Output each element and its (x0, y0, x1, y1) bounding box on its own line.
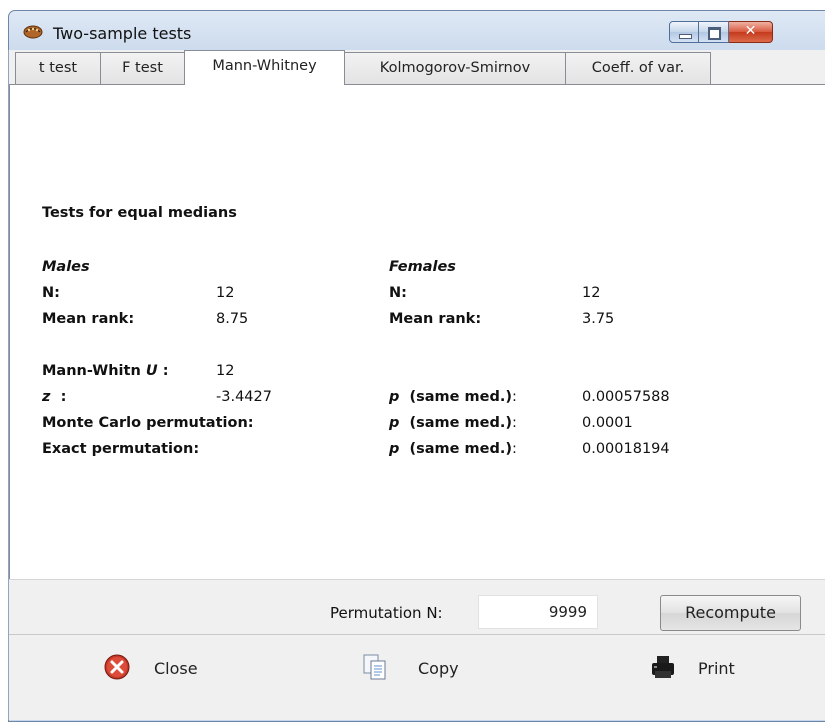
z-value: -3.4427 (216, 389, 272, 405)
tab-t-test[interactable]: t test (15, 52, 101, 84)
p-colon: : (512, 389, 517, 405)
tab-label: F test (122, 60, 163, 76)
permutation-n-input[interactable]: 9999 (478, 595, 598, 629)
group1-name: Males (42, 259, 90, 275)
title-bar[interactable]: Two-sample tests ✕ (9, 11, 825, 51)
u-stat-value: 12 (216, 363, 235, 379)
permutation-bar: Permutation N: 9999 Recompute (9, 579, 825, 634)
window-title: Two-sample tests (53, 24, 192, 43)
maximize-button[interactable] (699, 21, 729, 43)
z-symbol: z (42, 389, 51, 405)
tab-label: Mann-Whitney (212, 58, 317, 74)
u-stat-label: Mann-Whitn U : (42, 363, 169, 379)
p-symbol: p (389, 441, 400, 457)
p-monte-carlo-label: p (same med.): (389, 415, 517, 431)
group1-n-value: 12 (216, 285, 235, 301)
close-circle-icon (104, 654, 130, 680)
p-exact-label: p (same med.): (389, 441, 517, 457)
tab-f-test[interactable]: F test (100, 52, 185, 84)
minimize-button[interactable] (669, 21, 699, 43)
p-label: (same med.) (409, 389, 513, 405)
z-colon: : (60, 389, 67, 405)
tab-mann-whitney[interactable]: Mann-Whitney (184, 50, 345, 85)
tab-coeff-of-var[interactable]: Coeff. of var. (565, 52, 711, 84)
bottom-toolbar: Close Copy Print (9, 634, 825, 720)
group2-n-value: 12 (582, 285, 601, 301)
app-icon (23, 25, 43, 39)
p-exact-value: 0.00018194 (582, 441, 670, 457)
recompute-button[interactable]: Recompute (660, 595, 801, 631)
window-close-button[interactable]: ✕ (729, 21, 773, 43)
p-monte-carlo-value: 0.0001 (582, 415, 633, 431)
p-z-value: 0.00057588 (582, 389, 670, 405)
print-button[interactable]: Print (643, 649, 763, 689)
close-icon: ✕ (744, 23, 757, 39)
p-symbol: p (389, 415, 400, 431)
u-colon: : (162, 363, 169, 379)
copy-icon (363, 654, 386, 680)
printer-icon (652, 656, 674, 678)
group2-rank-label: Mean rank: (389, 311, 482, 327)
minimize-icon (679, 34, 692, 39)
close-button[interactable]: Close (97, 649, 217, 689)
tab-kolmogorov-smirnov[interactable]: Kolmogorov-Smirnov (344, 52, 566, 84)
tab-label: Kolmogorov-Smirnov (379, 60, 531, 76)
group1-rank-value: 8.75 (216, 311, 249, 327)
p-z-label: p (same med.): (389, 389, 517, 405)
u-symbol: U (145, 363, 158, 379)
copy-button[interactable]: Copy (359, 649, 479, 689)
results-heading: Tests for equal medians (42, 205, 237, 221)
group1-rank-label: Mean rank: (42, 311, 135, 327)
p-colon: : (512, 415, 517, 431)
results-panel: Tests for equal medians Males Females N:… (9, 85, 825, 579)
group1-n-label: N: (42, 285, 60, 301)
group2-n-label: N: (389, 285, 407, 301)
tab-strip: t test F test Mann-Whitney Kolmogorov-Sm… (9, 50, 825, 85)
group2-name: Females (389, 259, 456, 275)
tab-label: t test (38, 60, 78, 76)
u-stat-text: Mann-Whitn (42, 363, 141, 379)
close-label: Close (154, 659, 198, 678)
permutation-label: Permutation N: (330, 604, 443, 622)
exact-label: Exact permutation: (42, 441, 200, 457)
p-label: (same med.) (409, 441, 513, 457)
monte-carlo-label: Monte Carlo permutation: (42, 415, 254, 431)
print-label: Print (698, 659, 735, 678)
p-colon: : (512, 441, 517, 457)
maximize-icon (708, 27, 721, 40)
z-label: z : (42, 389, 66, 405)
tab-label: Coeff. of var. (591, 60, 685, 76)
client-area: t test F test Mann-Whitney Kolmogorov-Sm… (8, 50, 825, 720)
copy-label: Copy (418, 659, 459, 678)
p-symbol: p (389, 389, 400, 405)
window-controls: ✕ (669, 21, 773, 43)
group2-rank-value: 3.75 (582, 311, 615, 327)
p-label: (same med.) (409, 415, 513, 431)
